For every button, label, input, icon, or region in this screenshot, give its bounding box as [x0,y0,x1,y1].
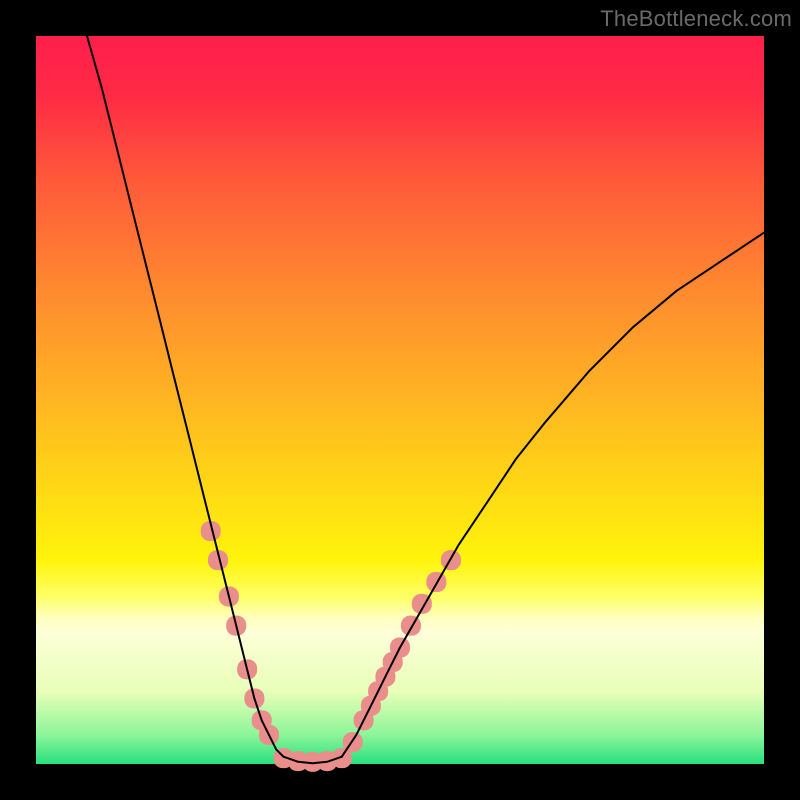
markers-right-point [401,616,421,636]
watermark-text: TheBottleneck.com [600,6,792,32]
bottleneck-chart [0,0,800,800]
